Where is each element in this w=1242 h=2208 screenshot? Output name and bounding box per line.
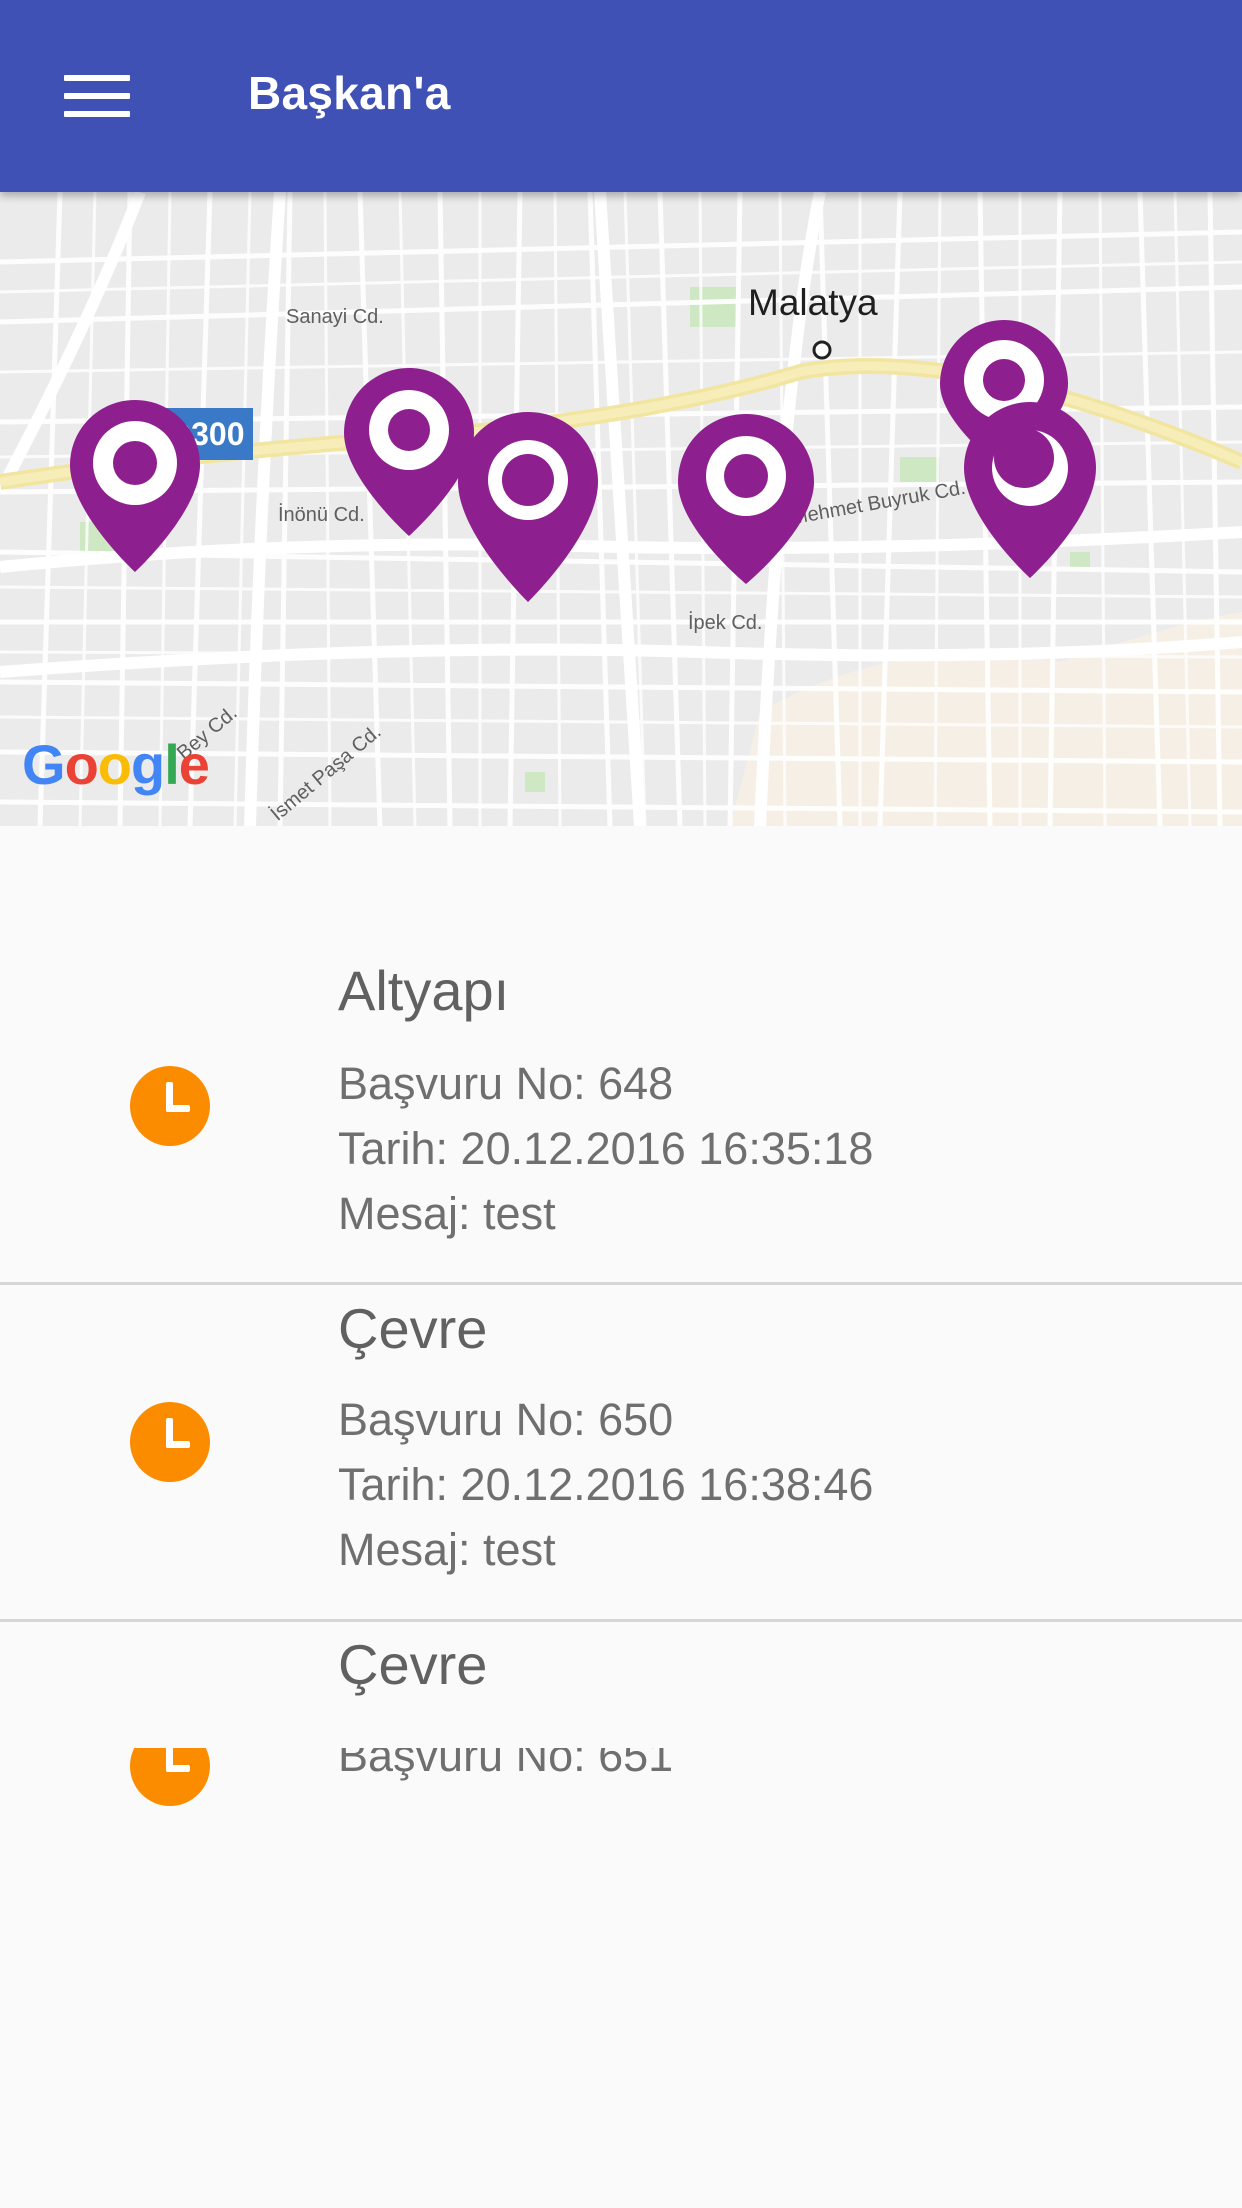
item-date: Tarih: 20.12.2016 16:38:46 — [338, 1459, 874, 1510]
clock-icon — [130, 1402, 210, 1482]
list-divider — [0, 1282, 1242, 1285]
page-title: Başkan'a — [248, 67, 451, 119]
list-divider — [0, 1619, 1242, 1622]
map-street-label: Sanayi Cd. — [286, 306, 384, 328]
map-pin-icon[interactable] — [678, 414, 814, 584]
app-bar: Başkan'a — [0, 0, 1242, 192]
item-number: Başvuru No: 651 — [338, 1748, 674, 1781]
map-view[interactable]: Malatya D300 Sanayi Cd. İnönü Cd. İpek C… — [0, 192, 1242, 826]
map-city-label: Malatya — [748, 282, 878, 323]
item-message: Mesaj: test — [338, 1188, 556, 1239]
map-pin-icon[interactable] — [458, 412, 598, 602]
list-item[interactable]: Çevre Başvuru No: 650 Tarih: 20.12.2016 … — [0, 1296, 1242, 1575]
list-item[interactable]: Çevre Başvuru No: 651 — [0, 1632, 1242, 1730]
clock-icon — [130, 1066, 210, 1146]
clock-icon — [130, 1748, 210, 1806]
item-number: Başvuru No: 650 — [338, 1394, 674, 1445]
item-date: Tarih: 20.12.2016 16:35:18 — [338, 1123, 874, 1174]
map-pin-icon[interactable] — [964, 402, 1096, 578]
hamburger-menu-icon[interactable] — [50, 58, 142, 134]
item-number: Başvuru No: 648 — [338, 1058, 674, 1109]
app-screen: Başkan'a Malatya D300 Sanayi Cd. İnönü C… — [0, 0, 1242, 2208]
item-category: Altyapı — [338, 959, 510, 1022]
item-message: Mesaj: test — [338, 1524, 556, 1575]
item-category: Çevre — [338, 1633, 488, 1696]
map-pin-icon[interactable] — [70, 400, 200, 572]
list-item[interactable]: Altyapı Başvuru No: 648 Tarih: 20.12.201… — [0, 958, 1242, 1239]
map-street-label: İpek Cd. — [688, 612, 763, 634]
item-category: Çevre — [338, 1297, 488, 1360]
map-pin-icon[interactable] — [344, 368, 474, 536]
list-item-continued: Başvuru No: 651 — [0, 1748, 1242, 1868]
google-logo: Google — [22, 733, 210, 796]
